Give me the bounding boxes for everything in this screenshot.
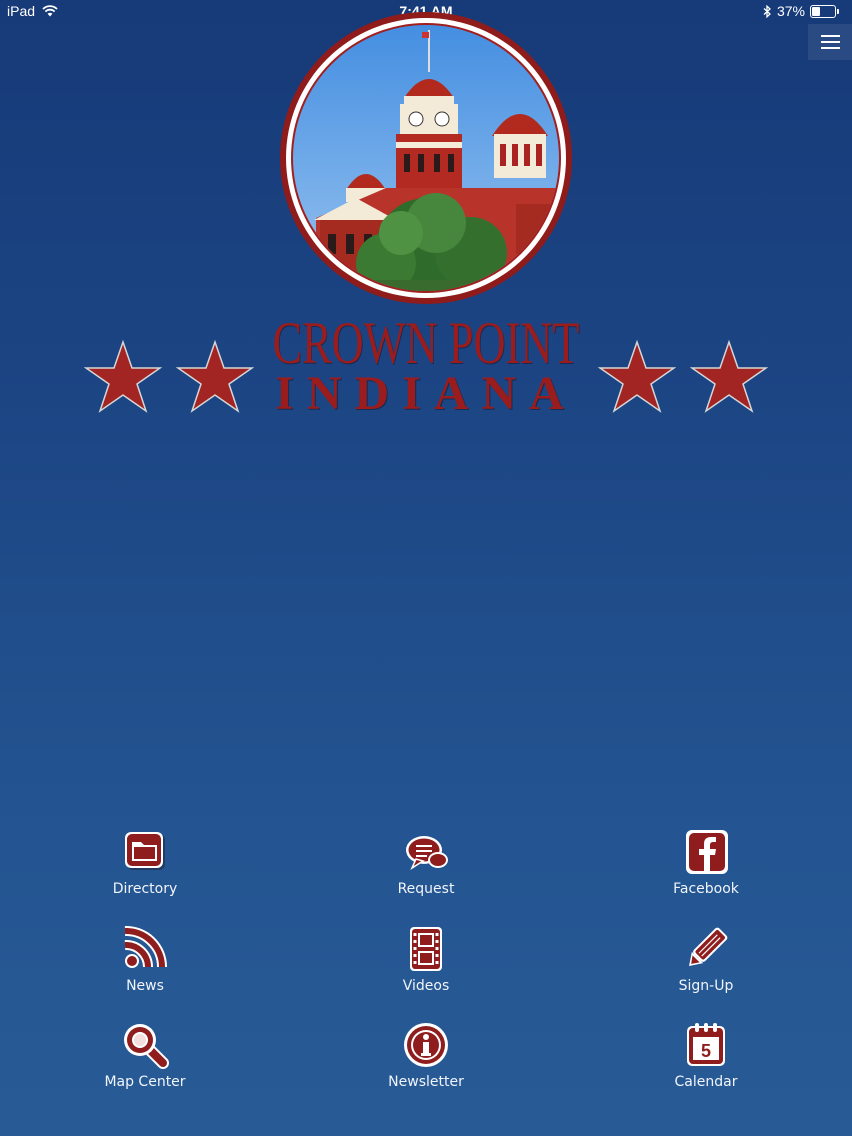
state-title: INDIANA xyxy=(275,367,577,420)
sign-up-button[interactable]: Sign-Up xyxy=(616,925,796,1001)
calendar-button[interactable]: 5 Calendar xyxy=(616,1021,796,1097)
status-right: 37% xyxy=(763,3,839,19)
facebook-icon xyxy=(686,830,728,874)
folder-icon xyxy=(125,832,165,870)
tile-label: Request xyxy=(397,881,455,897)
bluetooth-icon xyxy=(763,4,771,18)
menu-line xyxy=(820,47,840,49)
battery-icon xyxy=(810,4,839,18)
tile-label: News xyxy=(126,978,164,994)
newsletter-button[interactable]: Newsletter xyxy=(336,1021,516,1097)
videos-button[interactable]: Videos xyxy=(336,925,516,1001)
tile-label: Facebook xyxy=(673,881,739,897)
request-button[interactable]: Request xyxy=(336,828,516,904)
menu-line xyxy=(820,35,840,37)
news-button[interactable]: News xyxy=(55,925,235,1001)
pencil-icon xyxy=(689,927,728,966)
battery-level xyxy=(812,6,820,16)
calendar-day-number: 5 xyxy=(701,1041,711,1061)
courthouse-photo xyxy=(280,12,572,304)
tile-label: Sign-Up xyxy=(678,978,734,994)
tile-label: Map Center xyxy=(104,1074,186,1090)
tile-label: Videos xyxy=(402,978,450,994)
calendar-icon: 5 xyxy=(687,1023,725,1066)
battery-percent: 37% xyxy=(776,3,805,19)
hamburger-menu-icon[interactable] xyxy=(808,24,852,60)
courthouse-logo xyxy=(276,8,576,308)
chat-bubbles-icon xyxy=(406,836,448,870)
info-icon xyxy=(404,1023,448,1067)
tile-label: Directory xyxy=(112,881,178,897)
directory-button[interactable]: Directory xyxy=(55,828,235,904)
menu-line xyxy=(820,41,840,43)
magnifier-icon xyxy=(124,1024,169,1069)
rss-icon xyxy=(124,926,167,968)
facebook-button[interactable]: Facebook xyxy=(616,828,796,904)
tile-label: Newsletter xyxy=(388,1074,464,1090)
map-center-button[interactable]: Map Center xyxy=(55,1021,235,1097)
film-icon xyxy=(410,927,442,971)
tile-label: Calendar xyxy=(674,1074,738,1090)
